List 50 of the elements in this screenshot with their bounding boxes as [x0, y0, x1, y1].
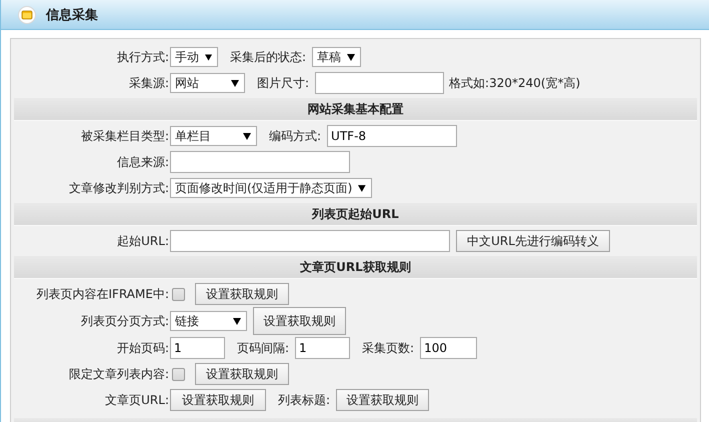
- caret-icon: [231, 80, 239, 86]
- checkbox[interactable]: [172, 368, 185, 380]
- field-label: 限定文章列表内容:: [68, 366, 169, 380]
- field-label: 列表页分页方式:: [80, 314, 169, 328]
- input-field[interactable]: 1: [170, 337, 225, 359]
- field-label: 列表标题:: [278, 392, 330, 408]
- format-hint: 格式如:320*240(宽*高): [449, 74, 580, 92]
- field-label: 文章修改判别方式:: [68, 180, 169, 194]
- field-label: 执行方式:: [116, 50, 169, 64]
- field-label: 文章页URL:: [105, 392, 169, 406]
- caret-icon: [347, 54, 356, 60]
- folder-icon: [18, 6, 36, 24]
- input-field[interactable]: 1: [295, 337, 350, 359]
- input-field[interactable]: [170, 230, 450, 252]
- field-label: 采集后的状态:: [230, 48, 306, 66]
- rule-button[interactable]: 设置获取规则: [195, 283, 289, 305]
- dropdown[interactable]: 手动: [170, 47, 218, 67]
- input-field[interactable]: [315, 72, 444, 94]
- section-heading: 列表页起始URL: [14, 203, 697, 226]
- input-field[interactable]: UTF-8: [327, 125, 458, 147]
- input-field[interactable]: 100: [420, 337, 478, 359]
- section-heading: 网站采集基本配置: [14, 98, 697, 121]
- caret-icon: [233, 318, 241, 324]
- rule-button[interactable]: 设置获取规则: [170, 389, 266, 411]
- rule-button[interactable]: 设置获取规则: [336, 389, 430, 411]
- dropdown[interactable]: 页面修改时间(仅适用于静态页面): [170, 178, 372, 198]
- caret-icon: [205, 54, 212, 60]
- field-label: 列表页内容在IFRAME中:: [36, 286, 169, 300]
- section-heading: 文章页URL获取规则: [14, 256, 697, 279]
- dropdown[interactable]: 草稿: [312, 47, 362, 67]
- field-label: 编码方式:: [269, 128, 322, 144]
- field-label: 采集源:: [128, 76, 169, 90]
- field-label: 开始页码:: [116, 340, 169, 354]
- field-label: 起始URL:: [117, 234, 169, 248]
- caret-icon: [358, 184, 366, 192]
- dropdown[interactable]: 单栏目: [170, 126, 257, 146]
- field-label: 采集页数:: [362, 340, 414, 356]
- field-label: 页码间隔:: [237, 340, 290, 356]
- field-label: 信息来源:: [116, 154, 169, 168]
- checkbox[interactable]: [172, 288, 185, 300]
- caret-icon: [243, 132, 251, 140]
- rule-button[interactable]: 中文URL先进行编码转义: [456, 230, 610, 252]
- field-label: 被采集栏目类型:: [80, 128, 169, 142]
- dropdown[interactable]: 链接: [170, 311, 247, 331]
- input-field[interactable]: [170, 151, 350, 173]
- rule-button[interactable]: 设置获取规则: [195, 363, 289, 385]
- window-title: 信息采集: [46, 6, 98, 24]
- field-label: 图片尺寸:: [257, 74, 310, 92]
- rule-button[interactable]: 设置获取规则: [253, 307, 346, 335]
- dropdown[interactable]: 网站: [170, 73, 245, 93]
